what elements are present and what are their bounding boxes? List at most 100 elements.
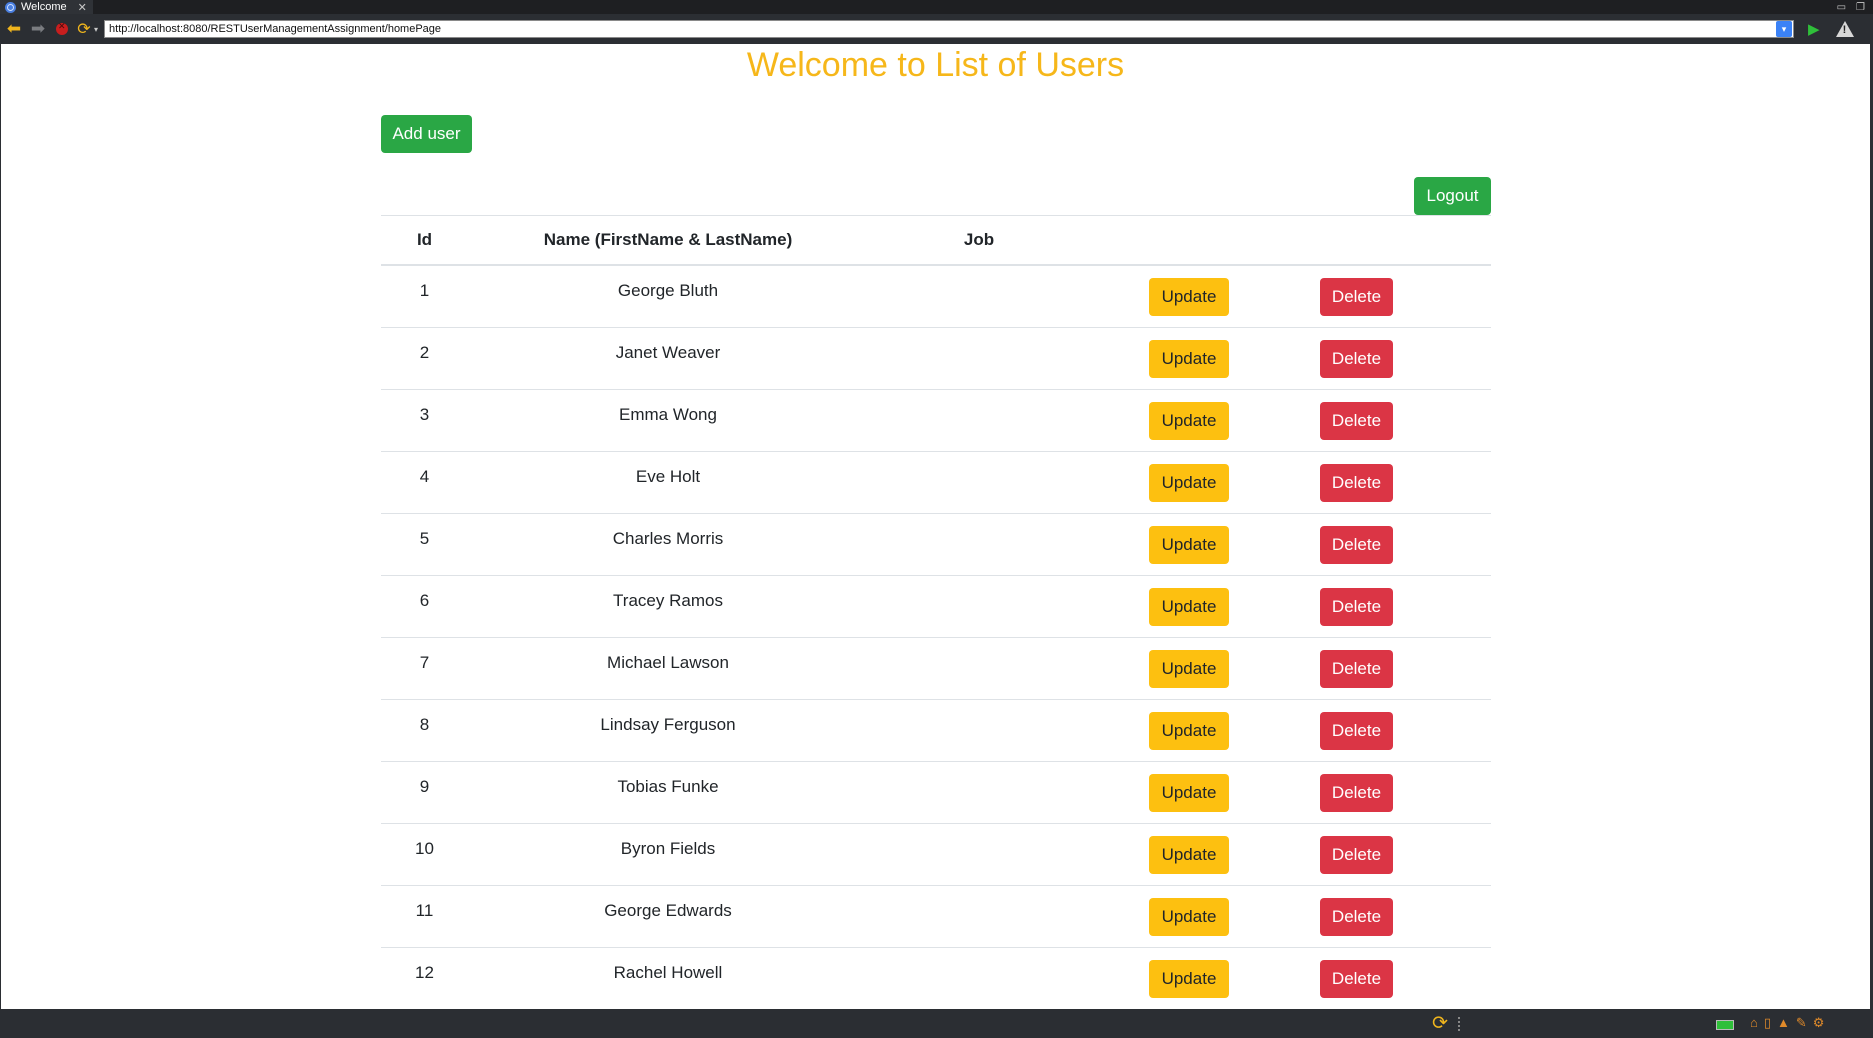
- delete-button[interactable]: Delete: [1320, 402, 1393, 440]
- status-tray: ⌂ ▯ ▲ ✎ ⚙: [1750, 1015, 1824, 1031]
- book-icon[interactable]: ▯: [1764, 1015, 1771, 1031]
- home-icon[interactable]: ⌂: [1750, 1015, 1758, 1031]
- delete-button[interactable]: Delete: [1320, 340, 1393, 378]
- table-row: 12 Rachel Howell Update Delete: [381, 948, 1491, 1009]
- cell-job: [868, 700, 1090, 715]
- cell-name: Eve Holt: [635, 467, 701, 486]
- header-job: Job: [963, 230, 995, 249]
- warning-icon[interactable]: [1835, 21, 1854, 37]
- cell-job: [868, 328, 1090, 343]
- cell-name: Rachel Howell: [613, 963, 723, 982]
- update-button[interactable]: Update: [1149, 960, 1229, 998]
- cell-job: [868, 452, 1090, 467]
- update-button[interactable]: Update: [1149, 588, 1229, 626]
- cell-id: 4: [419, 467, 430, 486]
- reload-icon[interactable]: ⟳: [74, 19, 94, 39]
- update-button[interactable]: Update: [1149, 464, 1229, 502]
- cell-job: [868, 390, 1090, 405]
- cell-id: 1: [419, 281, 430, 300]
- delete-button[interactable]: Delete: [1320, 898, 1393, 936]
- minimize-icon[interactable]: ▭: [1837, 2, 1846, 13]
- update-button[interactable]: Update: [1149, 402, 1229, 440]
- sync-icon[interactable]: ⟳: [1432, 1012, 1448, 1035]
- cell-job: [868, 514, 1090, 529]
- users-table: Id Name (FirstName & LastName) Job 1 Geo…: [381, 215, 1491, 1009]
- status-bar: ⟳ ⌂ ▯ ▲ ✎ ⚙: [0, 1009, 1873, 1038]
- table-header: Id Name (FirstName & LastName) Job: [381, 215, 1491, 266]
- update-button[interactable]: Update: [1149, 340, 1229, 378]
- update-button[interactable]: Update: [1149, 712, 1229, 750]
- tab-close-icon[interactable]: ✕: [78, 1, 87, 14]
- update-button[interactable]: Update: [1149, 278, 1229, 316]
- cell-name: Emma Wong: [619, 405, 717, 424]
- cell-job: [868, 266, 1090, 281]
- update-button[interactable]: Update: [1149, 836, 1229, 874]
- delete-button[interactable]: Delete: [1320, 960, 1393, 998]
- page-viewport: Welcome to List of Users Add user Logout…: [1, 44, 1870, 1009]
- delete-button[interactable]: Delete: [1320, 588, 1393, 626]
- cell-id: 10: [415, 839, 434, 858]
- url-input[interactable]: [105, 22, 1777, 36]
- add-user-button[interactable]: Add user: [381, 115, 472, 153]
- window-controls: ▭ ❐: [1837, 2, 1873, 13]
- browser-tab[interactable]: Welcome ✕: [0, 0, 93, 14]
- update-button[interactable]: Update: [1149, 774, 1229, 812]
- stop-icon[interactable]: [56, 21, 68, 35]
- cell-id: 2: [419, 343, 430, 362]
- delete-button[interactable]: Delete: [1320, 774, 1393, 812]
- cell-name: George Edwards: [604, 901, 732, 920]
- cell-name: Michael Lawson: [607, 653, 729, 672]
- table-row: 6 Tracey Ramos Update Delete: [381, 576, 1491, 638]
- cell-id: 9: [419, 777, 430, 796]
- delete-button[interactable]: Delete: [1320, 278, 1393, 316]
- update-button[interactable]: Update: [1149, 898, 1229, 936]
- cell-id: 3: [419, 405, 430, 424]
- graduation-cap-icon[interactable]: ▲: [1777, 1015, 1790, 1031]
- table-row: 2 Janet Weaver Update Delete: [381, 328, 1491, 390]
- cell-id: 8: [419, 715, 430, 734]
- table-row: 7 Michael Lawson Update Delete: [381, 638, 1491, 700]
- status-separator: [1458, 1017, 1462, 1031]
- delete-button[interactable]: Delete: [1320, 464, 1393, 502]
- cell-name: Byron Fields: [620, 839, 716, 858]
- header-id: Id: [416, 230, 433, 249]
- delete-button[interactable]: Delete: [1320, 650, 1393, 688]
- cell-job: [868, 762, 1090, 777]
- globe-icon: [5, 1, 16, 13]
- update-button[interactable]: Update: [1149, 650, 1229, 688]
- cell-id: 7: [419, 653, 430, 672]
- table-row: 5 Charles Morris Update Delete: [381, 514, 1491, 576]
- url-bar[interactable]: ▾: [104, 20, 1795, 38]
- cell-job: [868, 638, 1090, 653]
- gear-icon[interactable]: ⚙: [1813, 1015, 1825, 1031]
- go-icon[interactable]: ▶: [1808, 20, 1820, 38]
- cell-job: [868, 576, 1090, 591]
- cell-name: Tracey Ramos: [613, 591, 723, 610]
- cell-name: Lindsay Ferguson: [600, 715, 736, 734]
- logout-button[interactable]: Logout: [1414, 177, 1491, 215]
- browser-toolbar: ⬅ ➡ ⟳ ▾ ▾ ▶: [0, 14, 1873, 44]
- delete-button[interactable]: Delete: [1320, 526, 1393, 564]
- table-row: 4 Eve Holt Update Delete: [381, 452, 1491, 514]
- url-dropdown-icon[interactable]: ▾: [1776, 21, 1793, 37]
- battery-icon: [1716, 1020, 1734, 1030]
- table-row: 11 George Edwards Update Delete: [381, 886, 1491, 948]
- delete-button[interactable]: Delete: [1320, 712, 1393, 750]
- tab-strip: Welcome ✕ ▭ ❐: [0, 0, 1873, 14]
- back-arrow-icon[interactable]: ⬅: [2, 14, 26, 44]
- delete-button[interactable]: Delete: [1320, 836, 1393, 874]
- restore-icon[interactable]: ❐: [1856, 2, 1865, 13]
- reload-dropdown-icon[interactable]: ▾: [94, 25, 98, 34]
- pen-icon[interactable]: ✎: [1796, 1015, 1807, 1031]
- forward-arrow-icon[interactable]: ➡: [26, 14, 50, 44]
- update-button[interactable]: Update: [1149, 526, 1229, 564]
- header-name: Name (FirstName & LastName): [543, 230, 793, 249]
- cell-name: Tobias Funke: [617, 777, 719, 796]
- cell-id: 5: [419, 529, 430, 548]
- cell-name: George Bluth: [617, 281, 719, 300]
- cell-id: 12: [415, 963, 434, 982]
- tab-title: Welcome: [21, 1, 67, 13]
- table-row: 10 Byron Fields Update Delete: [381, 824, 1491, 886]
- table-row: 1 George Bluth Update Delete: [381, 266, 1491, 328]
- cell-id: 6: [419, 591, 430, 610]
